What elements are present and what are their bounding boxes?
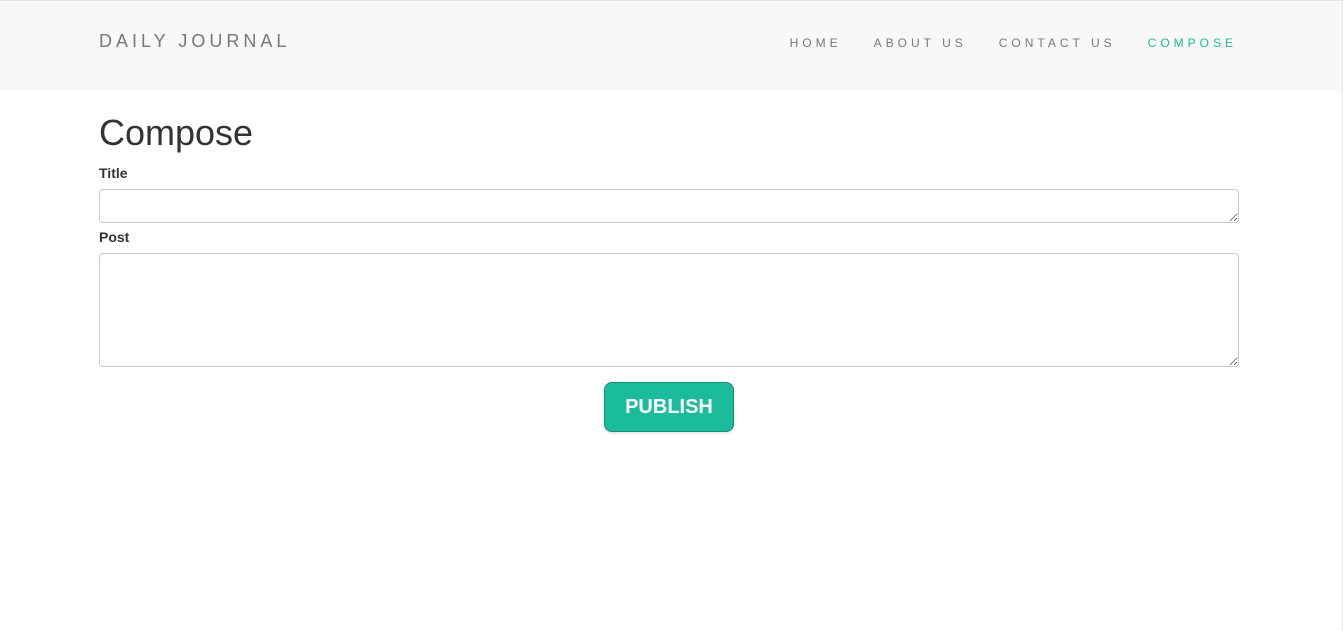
nav-item-about-us: ABOUT US	[874, 34, 967, 52]
publish-button[interactable]: PUBLISH	[604, 382, 734, 432]
nav-links: HOME ABOUT US CONTACT US COMPOSE	[758, 34, 1237, 52]
navbar: DAILY JOURNAL HOME ABOUT US CONTACT US C…	[0, 1, 1342, 91]
nav-link-about-us[interactable]: ABOUT US	[874, 36, 967, 50]
title-label: Title	[99, 165, 128, 181]
nav-link-contact-us[interactable]: CONTACT US	[999, 36, 1116, 50]
title-input[interactable]	[99, 189, 1239, 223]
nav-item-compose: COMPOSE	[1148, 34, 1237, 52]
compose-container: Compose Title Post PUBLISH	[99, 91, 1239, 432]
nav-item-home: HOME	[790, 34, 842, 52]
brand-link[interactable]: DAILY JOURNAL	[99, 31, 290, 51]
nav-item-contact-us: CONTACT US	[999, 34, 1116, 52]
publish-button-wrapper: PUBLISH	[99, 382, 1239, 432]
nav-link-home[interactable]: HOME	[790, 36, 842, 50]
post-input[interactable]	[99, 253, 1239, 367]
post-label: Post	[99, 229, 130, 245]
nav-link-compose[interactable]: COMPOSE	[1148, 36, 1237, 50]
page-title: Compose	[99, 112, 254, 153]
compose-form: Title Post PUBLISH	[99, 165, 1239, 432]
